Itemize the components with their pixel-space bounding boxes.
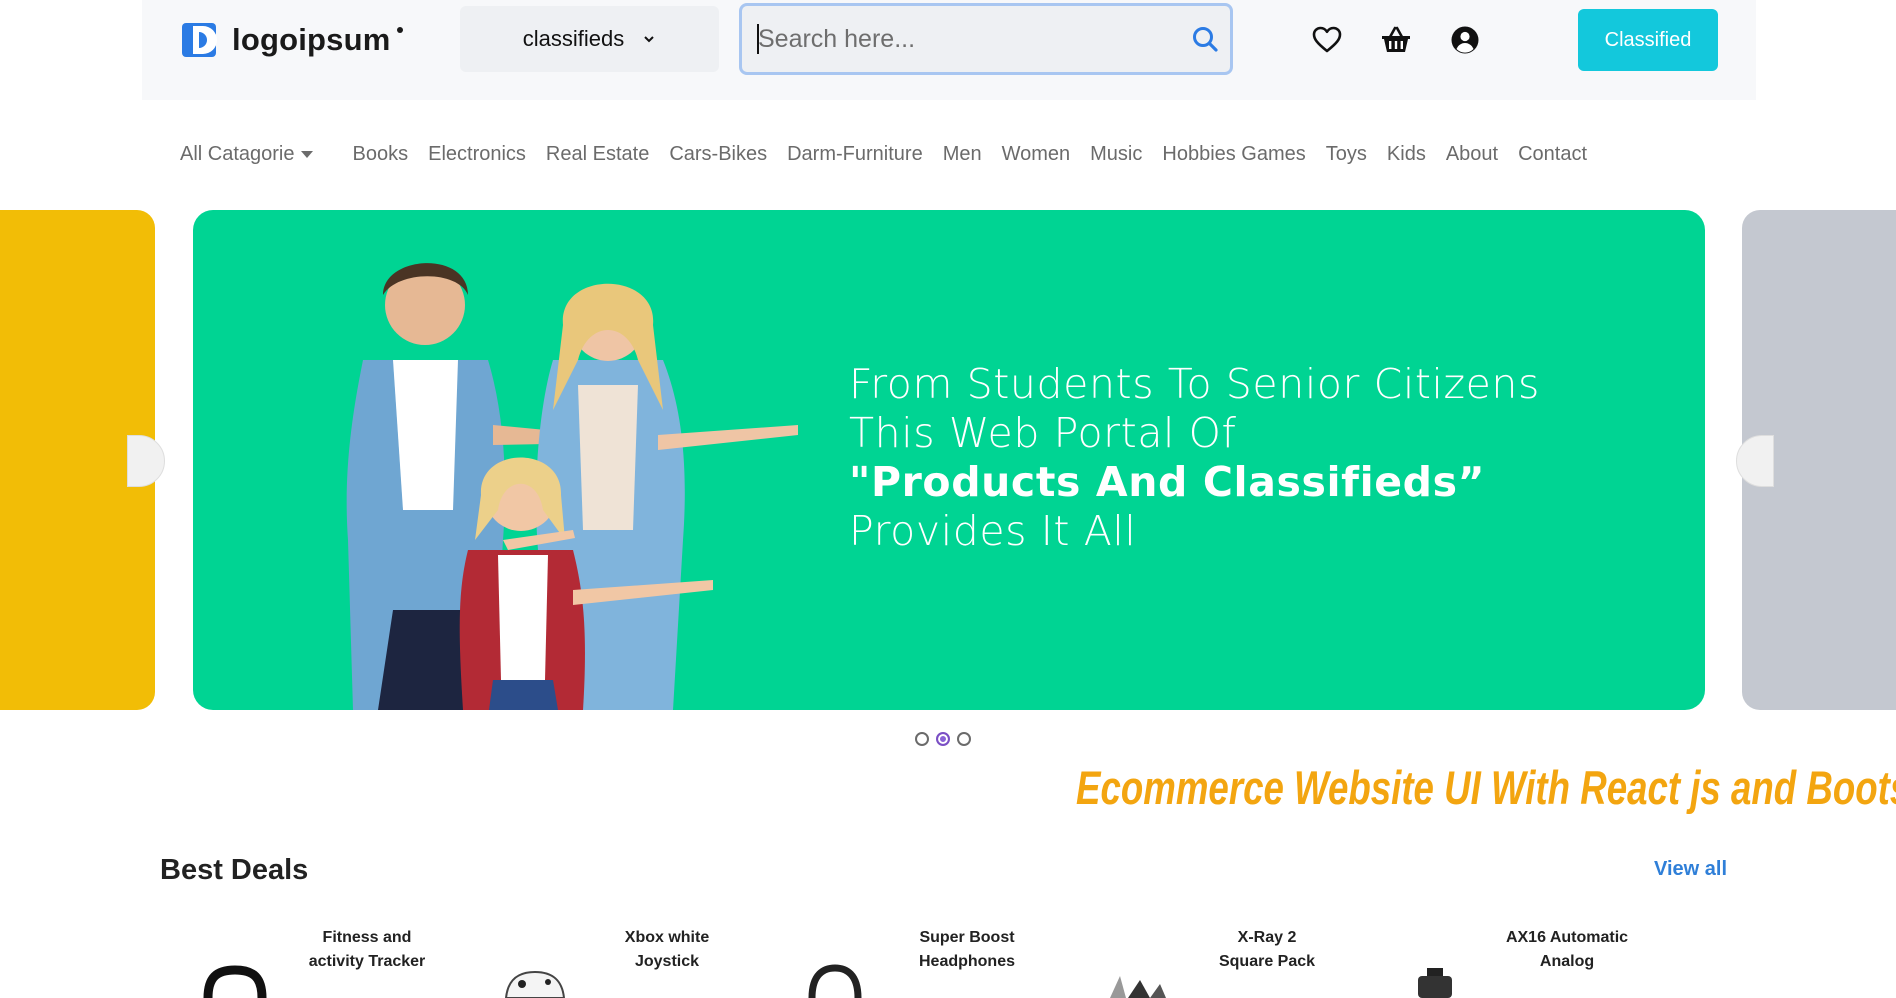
carousel-dot-2[interactable] bbox=[936, 732, 950, 746]
product-name: AX16 Automatic Analog bbox=[1505, 929, 1629, 970]
search-box bbox=[739, 3, 1233, 75]
best-deals-heading: Best Deals bbox=[160, 854, 309, 886]
heart-icon bbox=[1312, 26, 1342, 53]
nav-item-men[interactable]: Men bbox=[943, 143, 982, 166]
product-name: Super Boost Headphones bbox=[918, 929, 1015, 970]
logo-dot bbox=[396, 27, 403, 33]
carousel-prev-arrow[interactable] bbox=[127, 435, 165, 487]
view-all-link[interactable]: View all bbox=[1654, 858, 1727, 881]
nav-item-toys[interactable]: Toys bbox=[1326, 143, 1367, 166]
nav-item-about[interactable]: About bbox=[1446, 143, 1498, 166]
hero-text: From Students To Senior Citizens This We… bbox=[849, 360, 1540, 556]
user-icon bbox=[1451, 26, 1479, 54]
fitness-tracker-image bbox=[203, 965, 267, 998]
cart-button[interactable] bbox=[1379, 23, 1413, 57]
nav-item-contact[interactable]: Contact bbox=[1518, 143, 1587, 166]
watermark-caption: Ecommerce Website UI With React js and B… bbox=[1076, 761, 1896, 814]
basket-icon bbox=[1382, 26, 1410, 52]
nav-item-electronics[interactable]: Electronics bbox=[428, 143, 526, 166]
nav-item-music[interactable]: Music bbox=[1090, 143, 1142, 166]
category-nav: All Catagorie Books Electronics Real Est… bbox=[180, 139, 1607, 169]
category-select-value: classifieds bbox=[522, 26, 625, 51]
hero-line-2: This Web Portal Of bbox=[849, 409, 1237, 457]
carousel-dot-1[interactable] bbox=[915, 732, 929, 746]
search-button[interactable] bbox=[1180, 6, 1230, 72]
classified-button[interactable]: Classified bbox=[1578, 9, 1718, 71]
all-categories-dropdown[interactable]: All Catagorie bbox=[180, 143, 313, 166]
product-card[interactable]: Xbox white Joystick bbox=[490, 922, 790, 998]
nav-item-women[interactable]: Women bbox=[1002, 143, 1071, 166]
hero-line-3: "Products And Classifieds” bbox=[849, 458, 1486, 506]
product-card[interactable]: X-Ray 2 Square Pack bbox=[1090, 922, 1390, 998]
chevron-down-icon bbox=[644, 36, 654, 43]
search-input[interactable] bbox=[742, 5, 1180, 73]
carousel-active-slide: From Students To Senior Citizens This We… bbox=[193, 210, 1705, 710]
nav-item-kids[interactable]: Kids bbox=[1387, 143, 1426, 166]
text-cursor bbox=[757, 24, 759, 54]
nav-item-books[interactable]: Books bbox=[353, 143, 409, 166]
nav-item-real-estate[interactable]: Real Estate bbox=[546, 143, 649, 166]
category-select[interactable]: classifieds bbox=[460, 6, 719, 72]
hero-line-1: From Students To Senior Citizens bbox=[849, 360, 1540, 408]
nav-item-cars-bikes[interactable]: Cars-Bikes bbox=[669, 143, 767, 166]
product-name: X-Ray 2 Square Pack bbox=[1218, 929, 1316, 970]
nav-item-hobbies-games[interactable]: Hobbies Games bbox=[1162, 143, 1305, 166]
square-pack-image bbox=[1110, 976, 1166, 998]
joystick-image bbox=[504, 970, 566, 998]
headphones-image bbox=[808, 964, 862, 998]
carousel-indicators bbox=[915, 732, 978, 746]
logo[interactable]: logoipsum bbox=[182, 18, 403, 62]
family-photo bbox=[346, 263, 798, 710]
hero-line-4: Provides It All bbox=[849, 507, 1137, 555]
logo-text: logoipsum bbox=[232, 22, 391, 57]
analog-watch-image bbox=[1418, 968, 1452, 998]
product-card[interactable]: AX16 Automatic Analog bbox=[1390, 922, 1690, 998]
search-icon bbox=[1193, 27, 1218, 52]
product-name: Fitness and activity Tracker bbox=[308, 929, 426, 970]
product-card[interactable]: Fitness and activity Tracker bbox=[190, 922, 490, 998]
product-name: Xbox white Joystick bbox=[624, 929, 710, 970]
account-button[interactable] bbox=[1448, 23, 1482, 57]
carousel-dot-3[interactable] bbox=[957, 732, 971, 746]
nav-item-furniture[interactable]: Darm-Furniture bbox=[787, 143, 923, 166]
logo-mark-icon bbox=[182, 23, 217, 57]
all-categories-label: All Catagorie bbox=[180, 142, 295, 165]
wishlist-button[interactable] bbox=[1310, 23, 1344, 57]
product-card[interactable]: Super Boost Headphones bbox=[790, 922, 1090, 998]
caret-down-icon bbox=[300, 150, 313, 158]
